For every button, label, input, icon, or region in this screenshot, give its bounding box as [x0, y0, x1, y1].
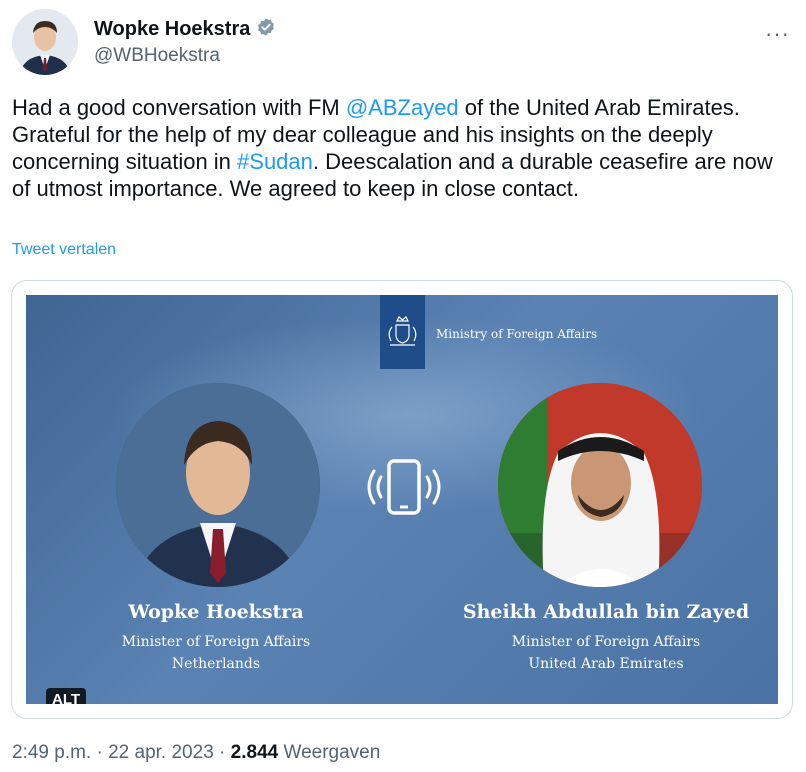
- caption-right: Sheikh Abdullah bin Zayed Minister of Fo…: [446, 601, 766, 675]
- caption-left-country: Netherlands: [171, 656, 261, 672]
- tweet-header: Wopke Hoekstra @WBHoekstra ···: [10, 9, 796, 79]
- tweet-meta: 2:49 p.m. · 22 apr. 2023 · 2.844 Weergav…: [12, 742, 380, 764]
- tweet-text: Had a good conversation with FM @ABZayed…: [12, 94, 792, 202]
- author-handle[interactable]: @WBHoekstra: [94, 45, 220, 67]
- more-options-icon[interactable]: ···: [765, 21, 790, 47]
- views-label: Weergaven: [278, 742, 381, 763]
- caption-left-role: Minister of Foreign Affairs: [121, 634, 311, 650]
- ministry-label: Ministry of Foreign Affairs: [436, 327, 598, 341]
- portrait-abdullah-bin-zayed: [498, 383, 702, 587]
- caption-left: Wopke Hoekstra Minister of Foreign Affai…: [66, 601, 366, 675]
- hashtag-link[interactable]: #Sudan: [237, 149, 313, 174]
- media-card[interactable]: Ministry of Foreign Affairs Wopke Hoekst…: [11, 280, 793, 719]
- tweet-time[interactable]: 2:49 p.m.: [12, 742, 91, 763]
- view-count: 2.844: [230, 742, 279, 763]
- media-image[interactable]: Ministry of Foreign Affairs Wopke Hoekst…: [26, 295, 778, 704]
- royal-crest-icon: [388, 316, 417, 346]
- phone-call-icon: [367, 459, 441, 515]
- verified-badge-icon: [256, 17, 276, 42]
- meta-separator: ·: [213, 742, 231, 763]
- translate-link[interactable]: Tweet vertalen: [12, 241, 116, 259]
- ministry-banner: [380, 295, 425, 369]
- mention-link[interactable]: @ABZayed: [346, 95, 459, 120]
- meta-separator: ·: [91, 742, 109, 763]
- portrait-wopke-hoekstra: [116, 383, 320, 587]
- tweet-date[interactable]: 22 apr. 2023: [108, 742, 214, 763]
- tweet-text-part: Had a good conversation with FM: [12, 95, 346, 120]
- caption-right-role: Minister of Foreign Affairs: [511, 634, 701, 650]
- alt-text-badge[interactable]: ALT: [46, 688, 87, 704]
- author-name[interactable]: Wopke Hoekstra: [94, 18, 250, 41]
- caption-right-country: United Arab Emirates: [528, 656, 684, 672]
- avatar[interactable]: [12, 9, 78, 75]
- caption-right-name: Sheikh Abdullah bin Zayed: [462, 601, 750, 623]
- author-name-row: Wopke Hoekstra: [94, 17, 276, 42]
- caption-left-name: Wopke Hoekstra: [128, 601, 304, 623]
